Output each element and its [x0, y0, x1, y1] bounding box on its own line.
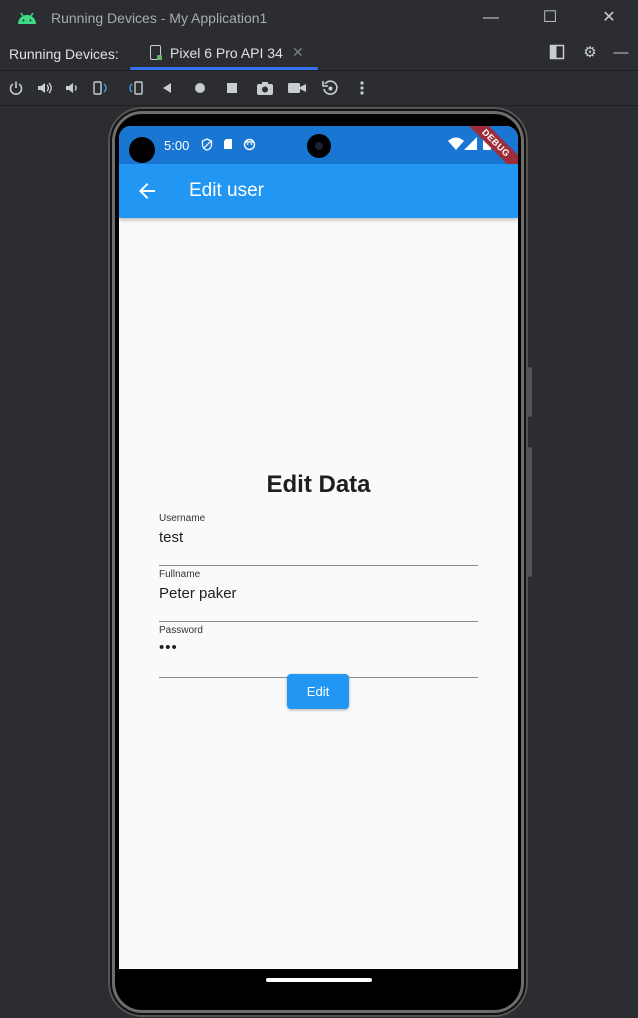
volume-up-icon[interactable] — [35, 78, 55, 98]
home-circle-icon[interactable] — [190, 78, 210, 98]
android-icon — [18, 12, 36, 24]
more-options-icon[interactable] — [352, 78, 372, 98]
home-gesture-handle[interactable] — [266, 978, 372, 982]
rotate-right-icon[interactable] — [125, 78, 145, 98]
fullname-label: Fullname — [159, 569, 201, 580]
device-tab-bar: Running Devices: Pixel 6 Pro API 34 ✕ ⚙ … — [0, 36, 638, 71]
status-shield-icon — [201, 138, 213, 154]
device-phone-icon — [150, 45, 162, 60]
tab-close-icon[interactable]: ✕ — [292, 44, 304, 61]
snapshot-restore-icon[interactable] — [320, 78, 340, 98]
back-arrow-icon[interactable] — [135, 179, 159, 203]
username-field[interactable]: Username test — [159, 513, 478, 566]
status-face-icon — [243, 138, 256, 154]
device-tab-label: Pixel 6 Pro API 34 — [170, 45, 283, 61]
device-volume-keys[interactable] — [528, 447, 532, 577]
wifi-icon — [448, 137, 464, 153]
phone-screen: 5:00 DEBUG Edit user Edit Data Username … — [119, 126, 518, 994]
settings-gear-icon[interactable]: ⚙ — [580, 44, 600, 62]
volume-down-icon[interactable] — [62, 78, 82, 98]
power-icon[interactable] — [6, 78, 26, 98]
cell-signal-icon — [464, 137, 477, 153]
panel-label: Running Devices: — [9, 46, 119, 62]
gesture-nav-bar — [119, 969, 518, 994]
status-sdcard-icon — [223, 138, 233, 153]
edit-button[interactable]: Edit — [287, 674, 349, 709]
screen-record-icon[interactable] — [287, 78, 307, 98]
hide-panel-icon[interactable]: — — [611, 44, 631, 62]
rotate-left-icon[interactable] — [91, 78, 111, 98]
device-tab[interactable]: Pixel 6 Pro API 34 ✕ — [130, 36, 318, 70]
back-triangle-icon[interactable] — [157, 78, 177, 98]
minimize-button[interactable]: — — [477, 6, 505, 30]
form-title: Edit Data — [266, 471, 371, 498]
fullname-field[interactable]: Fullname Peter paker — [159, 569, 478, 622]
password-label: Password — [159, 625, 203, 636]
app-bar-title: Edit user — [189, 180, 264, 201]
close-window-button[interactable]: ✕ — [595, 6, 623, 30]
status-time: 5:00 — [164, 138, 190, 153]
app-bar: Edit user — [119, 164, 518, 218]
password-field[interactable]: Password ••• — [159, 625, 478, 678]
username-label: Username — [159, 513, 206, 524]
device-power-key[interactable] — [528, 367, 532, 417]
overview-square-icon[interactable] — [222, 78, 242, 98]
username-value[interactable]: test — [159, 529, 183, 546]
active-tab-indicator — [130, 67, 318, 70]
window-titlebar: Running Devices - My Application1 — ☐ ✕ — [0, 0, 638, 36]
front-camera-icon — [307, 134, 331, 158]
maximize-button[interactable]: ☐ — [536, 6, 564, 30]
emulator-toolbar — [0, 71, 638, 106]
status-bar: 5:00 DEBUG — [119, 126, 518, 177]
front-sensor-icon — [129, 137, 155, 163]
window-title: Running Devices - My Application1 — [51, 10, 268, 26]
password-value[interactable]: ••• — [159, 639, 178, 656]
layout-toggle-icon[interactable] — [547, 44, 567, 62]
screenshot-camera-icon[interactable] — [255, 78, 275, 98]
fullname-value[interactable]: Peter paker — [159, 585, 237, 602]
edit-user-form: Edit Data Username test Fullname Peter p… — [119, 218, 518, 968]
